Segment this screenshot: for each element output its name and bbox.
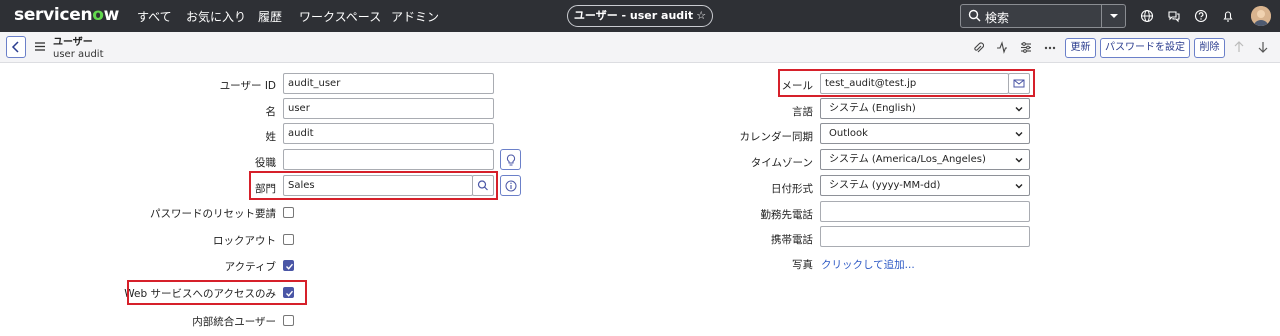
global-search-input[interactable]: 検索 — [960, 4, 1102, 28]
department-info-button[interactable] — [500, 175, 521, 196]
date-format-value: システム (yyyy-MM-dd) — [829, 180, 941, 191]
nav-workspaces[interactable]: ワークスペース — [299, 8, 381, 25]
record-title-pill[interactable]: ユーザー - user audit ☆ — [567, 5, 713, 27]
top-navigation-bar: servicenow すべて お気に入り 履歴 ワークスペース アドミン ユーザ… — [0, 0, 1280, 32]
arrow-up-icon[interactable] — [1233, 40, 1245, 54]
locked-out-label: ロックアウト — [213, 235, 276, 247]
internal-integration-checkbox[interactable] — [283, 315, 294, 326]
bell-icon[interactable] — [1221, 9, 1235, 23]
update-button[interactable]: 更新 — [1065, 38, 1096, 58]
password-reset-checkbox[interactable] — [283, 207, 294, 218]
delete-button[interactable]: 削除 — [1194, 38, 1225, 58]
timezone-label: タイムゾーン — [750, 157, 813, 169]
nav-favorites[interactable]: お気に入り — [186, 8, 246, 25]
calendar-sync-select[interactable]: Outlook — [820, 123, 1030, 144]
form-header: ユーザー user audit 更新 パスワードを設定 削除 — [0, 32, 1280, 63]
search-scope-dropdown[interactable] — [1102, 4, 1126, 28]
record-title: ユーザー - user audit — [573, 9, 694, 22]
mobile-phone-label: 携帯電話 — [771, 234, 813, 246]
nav-admin[interactable]: アドミン — [391, 8, 439, 25]
user-avatar[interactable] — [1251, 6, 1271, 26]
form-title: ユーザー — [53, 37, 93, 48]
form-subtitle: user audit — [53, 49, 104, 60]
chevron-down-icon — [1015, 132, 1023, 137]
language-select[interactable]: システム (English) — [820, 98, 1030, 119]
favorite-star-icon[interactable]: ☆ — [696, 9, 706, 22]
title-label: 役職 — [255, 157, 276, 169]
avatar-image — [1251, 6, 1271, 26]
info-icon — [505, 180, 517, 192]
nav-all[interactable]: すべて — [137, 8, 172, 25]
chat-icon[interactable] — [1167, 9, 1181, 23]
set-password-button[interactable]: パスワードを設定 — [1100, 38, 1190, 58]
password-reset-label: パスワードのリセット要請 — [150, 208, 276, 220]
active-checkbox[interactable] — [283, 260, 294, 271]
back-button[interactable] — [6, 36, 26, 58]
attachment-icon[interactable] — [972, 41, 984, 54]
chevron-down-icon — [1015, 107, 1023, 112]
timezone-value: システム (America/Los_Angeles) — [829, 154, 986, 165]
chevron-left-icon — [11, 41, 19, 53]
chevron-down-icon — [1015, 184, 1023, 189]
active-label: アクティブ — [224, 261, 276, 273]
first-name-field[interactable]: user — [283, 98, 494, 119]
business-phone-field[interactable] — [820, 201, 1030, 222]
photo-label: 写真 — [792, 259, 813, 271]
arrow-down-icon[interactable] — [1257, 40, 1269, 54]
last-name-label: 姓 — [265, 131, 277, 143]
checkmark-icon — [286, 263, 294, 270]
last-name-field[interactable]: audit — [283, 123, 494, 144]
user-id-label: ユーザー ID — [219, 80, 276, 92]
more-options-icon[interactable] — [1044, 41, 1056, 54]
globe-icon[interactable] — [1140, 9, 1154, 23]
servicenow-logo[interactable]: servicenow — [14, 5, 119, 25]
activity-icon[interactable] — [996, 41, 1008, 54]
business-phone-label: 勤務先電話 — [760, 209, 814, 221]
internal-integration-label: 内部統合ユーザー — [192, 316, 276, 328]
nav-history[interactable]: 履歴 — [258, 8, 282, 25]
search-placeholder: 検索 — [985, 11, 1010, 25]
email-highlight-box — [778, 69, 1035, 97]
department-highlight-box — [249, 171, 498, 200]
user-id-field[interactable]: audit_user — [283, 73, 494, 94]
lightbulb-icon — [506, 154, 516, 166]
search-icon — [968, 9, 981, 22]
first-name-label: 名 — [265, 106, 277, 118]
caret-down-icon — [1110, 14, 1118, 18]
web-service-highlight-box — [127, 280, 307, 305]
locked-out-checkbox[interactable] — [283, 234, 294, 245]
title-suggestion-button[interactable] — [500, 149, 521, 170]
date-format-label: 日付形式 — [771, 183, 813, 195]
context-menu-icon[interactable] — [35, 42, 45, 51]
timezone-select[interactable]: システム (America/Los_Angeles) — [820, 149, 1030, 170]
mobile-phone-field[interactable] — [820, 226, 1030, 247]
language-label: 言語 — [792, 106, 813, 118]
title-field[interactable] — [283, 149, 494, 170]
add-photo-link[interactable]: クリックして追加... — [821, 257, 915, 272]
chevron-down-icon — [1015, 158, 1023, 163]
settings-sliders-icon[interactable] — [1020, 41, 1032, 54]
language-value: システム (English) — [829, 103, 916, 114]
help-icon[interactable] — [1194, 9, 1208, 23]
date-format-select[interactable]: システム (yyyy-MM-dd) — [820, 175, 1030, 196]
calendar-sync-value: Outlook — [829, 128, 868, 139]
calendar-sync-label: カレンダー同期 — [739, 131, 814, 143]
